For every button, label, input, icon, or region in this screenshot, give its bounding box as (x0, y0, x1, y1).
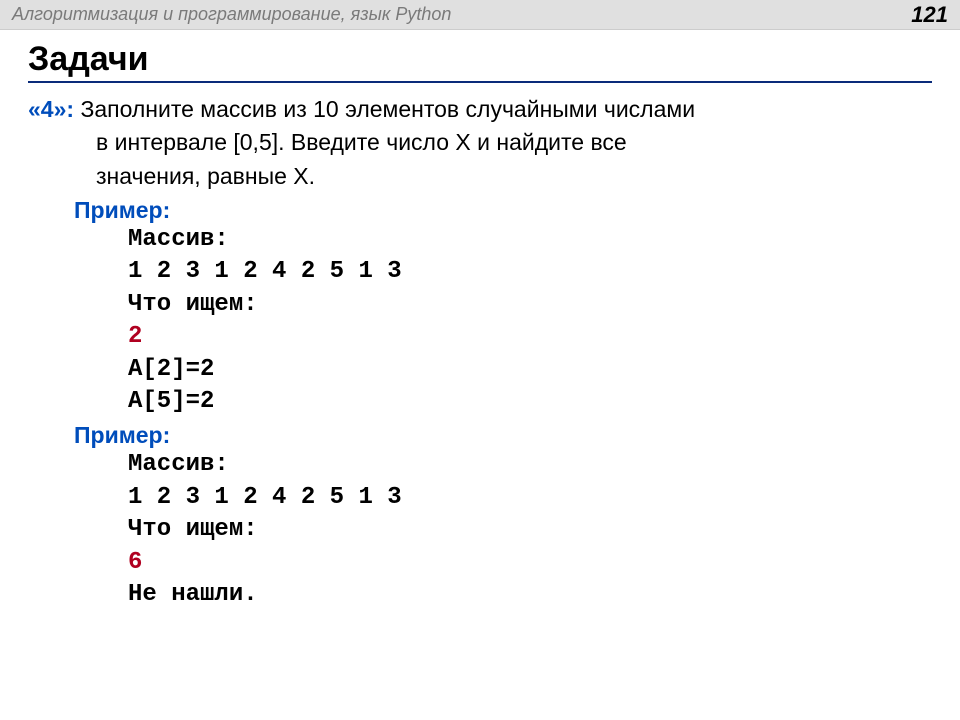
task-block: «4»: Заполните массив из 10 элементов сл… (28, 93, 932, 611)
example1-result1: A[2]=2 (28, 354, 932, 386)
example1-label: Пример: (28, 197, 932, 224)
example2-search-value: 6 (28, 547, 932, 579)
task-text-line1: Заполните массив из 10 элементов случайн… (80, 93, 695, 126)
example1-result2: A[5]=2 (28, 386, 932, 418)
example2-result: Не нашли. (28, 579, 932, 611)
example1-array-values: 1 2 3 1 2 4 2 5 1 3 (28, 256, 932, 288)
page-number: 121 (911, 2, 948, 28)
task-first-line: «4»: Заполните массив из 10 элементов сл… (28, 93, 932, 126)
example2-label: Пример: (28, 422, 932, 449)
example1-search-label: Что ищем: (28, 289, 932, 321)
grade-label: «4»: (28, 93, 80, 126)
example2-array-label: Массив: (28, 449, 932, 481)
slide-content: Задачи «4»: Заполните массив из 10 элеме… (0, 30, 960, 631)
task-text-line2: в интервале [0,5]. Введите число X и най… (28, 126, 932, 159)
header-title: Алгоритмизация и программирование, язык … (12, 4, 451, 25)
task-text-line3: значения, равные X. (28, 160, 932, 193)
example2-array-values: 1 2 3 1 2 4 2 5 1 3 (28, 482, 932, 514)
example1-search-value: 2 (28, 321, 932, 353)
header-bar: Алгоритмизация и программирование, язык … (0, 0, 960, 30)
example1-array-label: Массив: (28, 224, 932, 256)
example2-search-label: Что ищем: (28, 514, 932, 546)
section-title: Задачи (28, 40, 932, 83)
